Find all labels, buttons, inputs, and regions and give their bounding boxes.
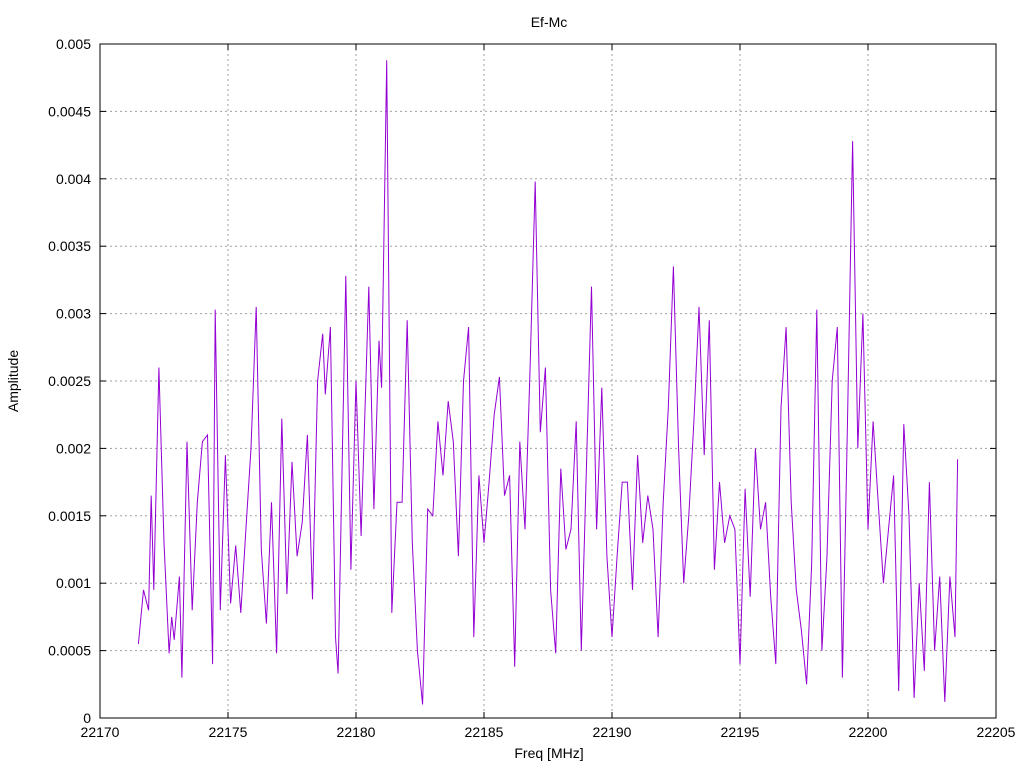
x-axis-label: Freq [MHz] <box>514 745 583 761</box>
y-tick-label: 0 <box>83 710 91 726</box>
x-tick-label: 22190 <box>593 724 632 740</box>
y-tick-label: 0.003 <box>56 306 91 322</box>
grid <box>100 44 996 718</box>
y-tick-label: 0.0035 <box>48 238 91 254</box>
x-tick-label: 22170 <box>81 724 120 740</box>
y-tick-label: 0.005 <box>56 36 91 52</box>
chart-title: Ef-Mc <box>531 14 568 30</box>
chart: Ef-Mc 22170 22175 22180 22185 22190 22195 2220… <box>5 14 1016 761</box>
x-ticks: 22170 22175 22180 22185 22190 22195 22200 22205 <box>81 44 1016 740</box>
x-tick-label: 22185 <box>465 724 504 740</box>
y-tick-label: 0.004 <box>56 171 91 187</box>
y-tick-label: 0.001 <box>56 575 91 591</box>
x-tick-label: 22205 <box>977 724 1016 740</box>
y-tick-label: 0.002 <box>56 440 91 456</box>
y-tick-label: 0.0045 <box>48 103 91 119</box>
x-tick-label: 22180 <box>337 724 376 740</box>
y-tick-label: 0.0025 <box>48 373 91 389</box>
y-tick-label: 0.0015 <box>48 508 91 524</box>
series-line <box>137 60 959 705</box>
x-tick-label: 22195 <box>721 724 760 740</box>
x-tick-label: 22200 <box>849 724 888 740</box>
y-axis-label: Amplitude <box>5 350 21 412</box>
y-tick-label: 0.0005 <box>48 643 91 659</box>
x-tick-label: 22175 <box>209 724 248 740</box>
